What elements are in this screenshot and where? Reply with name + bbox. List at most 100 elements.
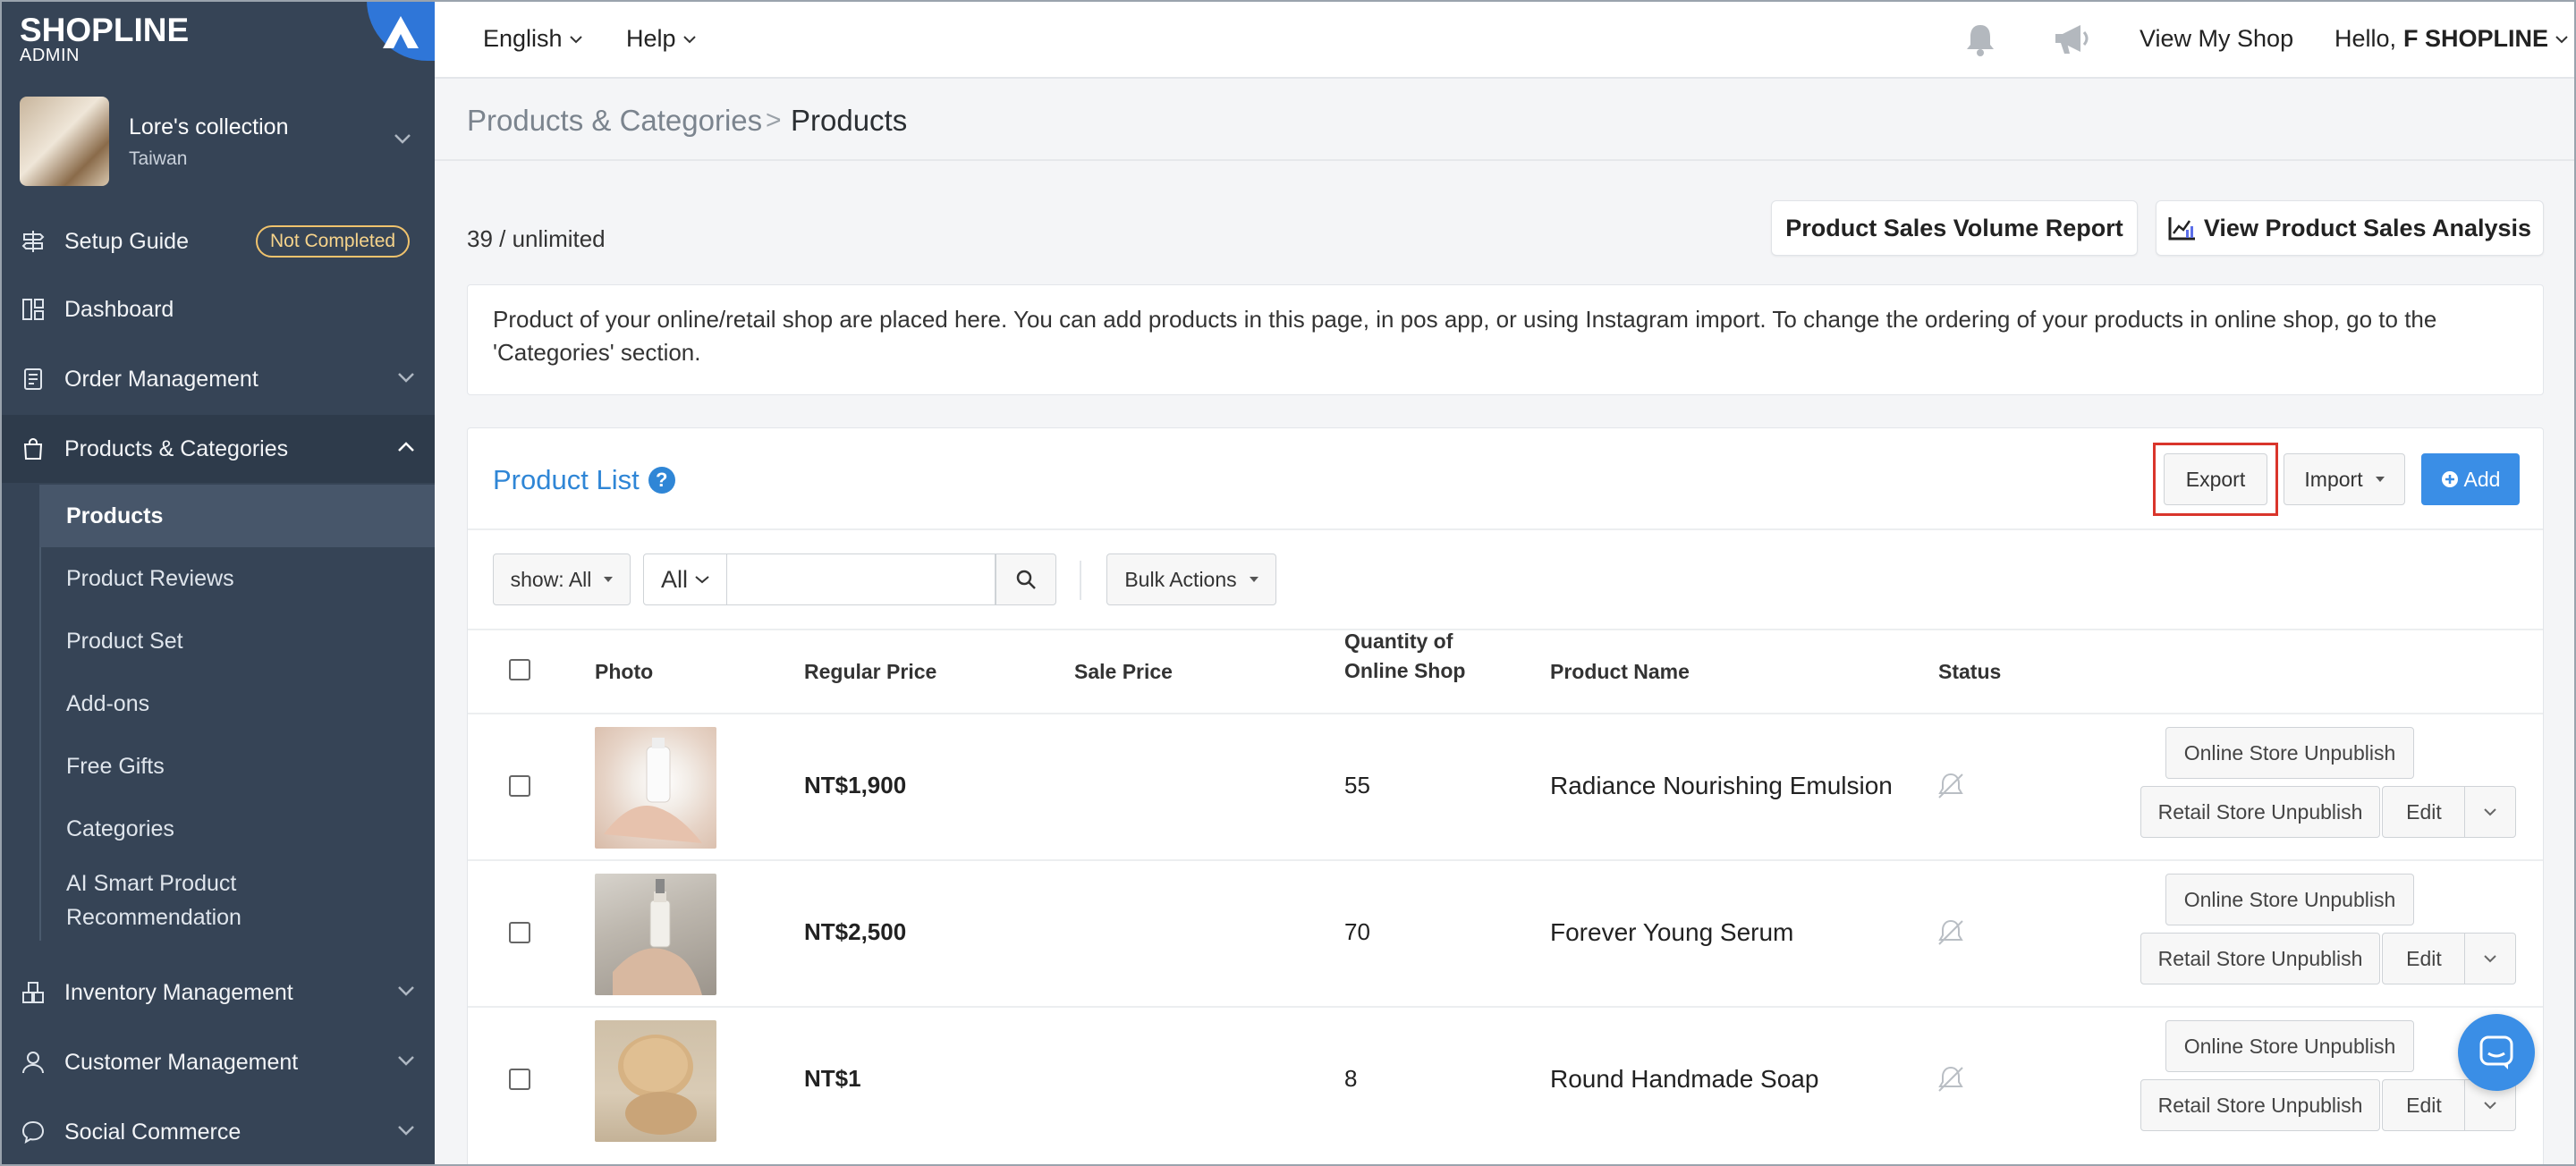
chat-icon <box>2479 1035 2513 1069</box>
row-checkbox[interactable] <box>509 1069 530 1090</box>
language-dropdown[interactable]: English <box>483 25 582 53</box>
product-sales-volume-report-button[interactable]: Product Sales Volume Report <box>1771 200 2138 256</box>
breadcrumb-parent[interactable]: Products & Categories <box>467 104 762 138</box>
user-menu[interactable]: Hello, F SHOPLINE <box>2334 25 2568 53</box>
column-header-quantity: Quantity of Online Shop <box>1344 627 1465 686</box>
chevron-down-icon <box>2484 808 2496 816</box>
sidebar-item-social-commerce[interactable]: Social Commerce <box>0 1098 435 1166</box>
chevron-down-icon <box>2484 1102 2496 1110</box>
add-product-button[interactable]: Add <box>2421 453 2520 505</box>
user-icon <box>20 1049 47 1076</box>
product-photo[interactable] <box>595 727 716 849</box>
brand-mark-icon[interactable] <box>367 0 435 61</box>
unpublished-status-icon <box>1935 770 1967 807</box>
column-header-status: Status <box>1938 660 2002 683</box>
chevron-down-icon <box>695 576 709 584</box>
button-label: View Product Sales Analysis <box>2203 214 2532 241</box>
signpost-icon <box>20 228 47 255</box>
search-field-select[interactable]: All <box>643 553 727 605</box>
breadcrumb-separator: > <box>766 106 782 135</box>
chevron-up-icon <box>397 441 415 457</box>
show-filter-dropdown[interactable]: show: All <box>493 553 631 605</box>
online-store-unpublish-button[interactable]: Online Store Unpublish <box>2165 727 2414 779</box>
greeting-label: Hello, <box>2334 25 2397 52</box>
chevron-down-icon <box>2555 35 2568 43</box>
status-badge: Not Completed <box>256 225 411 258</box>
panel-title-text: Product List <box>493 464 640 495</box>
import-button[interactable]: Import <box>2284 453 2405 505</box>
product-name[interactable]: Forever Young Serum <box>1550 918 1793 947</box>
shopping-bag-icon <box>20 435 47 462</box>
sidebar-item-customer-management[interactable]: Customer Management <box>0 1028 435 1096</box>
button-label: Online Store Unpublish <box>2183 887 2396 911</box>
row-checkbox[interactable] <box>509 922 530 943</box>
sidebar-item-dashboard[interactable]: Dashboard <box>0 275 435 343</box>
online-store-unpublish-button[interactable]: Online Store Unpublish <box>2165 874 2414 925</box>
sidebar-item-categories[interactable]: Categories <box>41 798 435 860</box>
row-actions-dropdown[interactable] <box>2464 786 2516 838</box>
panel-title: Product List ? <box>493 464 675 496</box>
bell-icon[interactable] <box>1961 20 2000 63</box>
regular-price: NT$2,500 <box>804 918 907 945</box>
row-actions-dropdown[interactable] <box>2464 933 2516 984</box>
regular-price: NT$1,900 <box>804 772 907 798</box>
help-dropdown[interactable]: Help <box>626 25 696 53</box>
retail-store-unpublish-button[interactable]: Retail Store Unpublish <box>2140 786 2380 838</box>
sidebar-item-ai-recommendation[interactable]: AI Smart Product Recommendation <box>41 860 309 941</box>
caret-down-icon <box>1249 577 1258 582</box>
column-header-photo: Photo <box>595 660 654 683</box>
sidebar-item-products[interactable]: Products <box>39 485 435 547</box>
edit-button[interactable]: Edit <box>2382 786 2466 838</box>
live-chat-button[interactable] <box>2458 1014 2535 1091</box>
sidebar-item-inventory-management[interactable]: Inventory Management <box>0 959 435 1027</box>
select-all-checkbox[interactable] <box>509 659 530 680</box>
product-photo[interactable] <box>595 1020 716 1142</box>
help-icon[interactable]: ? <box>648 467 675 494</box>
row-checkbox[interactable] <box>509 775 530 797</box>
sidebar-item-products-categories[interactable]: Products & Categories <box>0 415 435 483</box>
user-name: F SHOPLINE <box>2403 25 2549 52</box>
search-input[interactable] <box>727 553 996 605</box>
sidebar-item-label: Dashboard <box>64 296 174 322</box>
bar-chart-icon <box>2168 217 2195 241</box>
retail-store-unpublish-button[interactable]: Retail Store Unpublish <box>2140 1079 2380 1131</box>
view-product-sales-analysis-button[interactable]: View Product Sales Analysis <box>2156 200 2544 256</box>
edit-button[interactable]: Edit <box>2382 1079 2466 1131</box>
view-my-shop-link[interactable]: View My Shop <box>2140 25 2293 53</box>
online-store-unpublish-button[interactable]: Online Store Unpublish <box>2165 1020 2414 1072</box>
button-label: Bulk Actions <box>1124 567 1237 591</box>
shop-name: Lore's collection <box>129 114 289 139</box>
export-button[interactable]: Export <box>2164 453 2267 505</box>
shopline-logo[interactable]: SHOPLINE ADMIN <box>20 13 189 65</box>
column-header-sale-price: Sale Price <box>1074 660 1173 683</box>
shop-switcher[interactable]: Lore's collection Taiwan <box>20 97 420 190</box>
sidebar-item-add-ons[interactable]: Add-ons <box>41 672 435 735</box>
caret-down-icon <box>2375 477 2385 482</box>
edit-button[interactable]: Edit <box>2382 933 2466 984</box>
sidebar: SHOPLINE ADMIN Lore's collection Taiwan … <box>0 0 435 1166</box>
product-name[interactable]: Radiance Nourishing Emulsion <box>1550 772 1893 800</box>
chevron-down-icon <box>397 371 415 387</box>
sidebar-item-free-gifts[interactable]: Free Gifts <box>41 735 435 798</box>
language-label: English <box>483 25 563 52</box>
sidebar-item-product-reviews[interactable]: Product Reviews <box>41 547 435 610</box>
button-label: Product Sales Volume Report <box>1785 214 2123 241</box>
bulk-actions-dropdown[interactable]: Bulk Actions <box>1106 553 1276 605</box>
boxes-icon <box>20 979 47 1006</box>
table-row: NT$1 8 Round Handmade Soap Online Store … <box>468 1006 2543 1153</box>
top-bar: English Help View My Shop Hello, F SHOPL… <box>435 0 2576 79</box>
product-name[interactable]: Round Handmade Soap <box>1550 1065 1818 1094</box>
sidebar-item-setup-guide[interactable]: Setup Guide Not Completed <box>0 207 435 275</box>
product-photo[interactable] <box>595 874 716 995</box>
product-count: 39 / unlimited <box>467 225 606 252</box>
sidebar-item-label: Social Commerce <box>64 1119 242 1145</box>
product-list-panel: Product List ? Export Import Add show: A… <box>467 427 2544 1166</box>
logo-subtext: ADMIN <box>20 46 80 65</box>
retail-store-unpublish-button[interactable]: Retail Store Unpublish <box>2140 933 2380 984</box>
info-text: Product of your online/retail shop are p… <box>493 306 2437 366</box>
search-button[interactable] <box>996 553 1056 605</box>
megaphone-icon[interactable] <box>2050 20 2093 63</box>
chevron-down-icon <box>394 132 411 148</box>
sidebar-item-product-set[interactable]: Product Set <box>41 610 435 672</box>
sidebar-item-order-management[interactable]: Order Management <box>0 345 435 413</box>
